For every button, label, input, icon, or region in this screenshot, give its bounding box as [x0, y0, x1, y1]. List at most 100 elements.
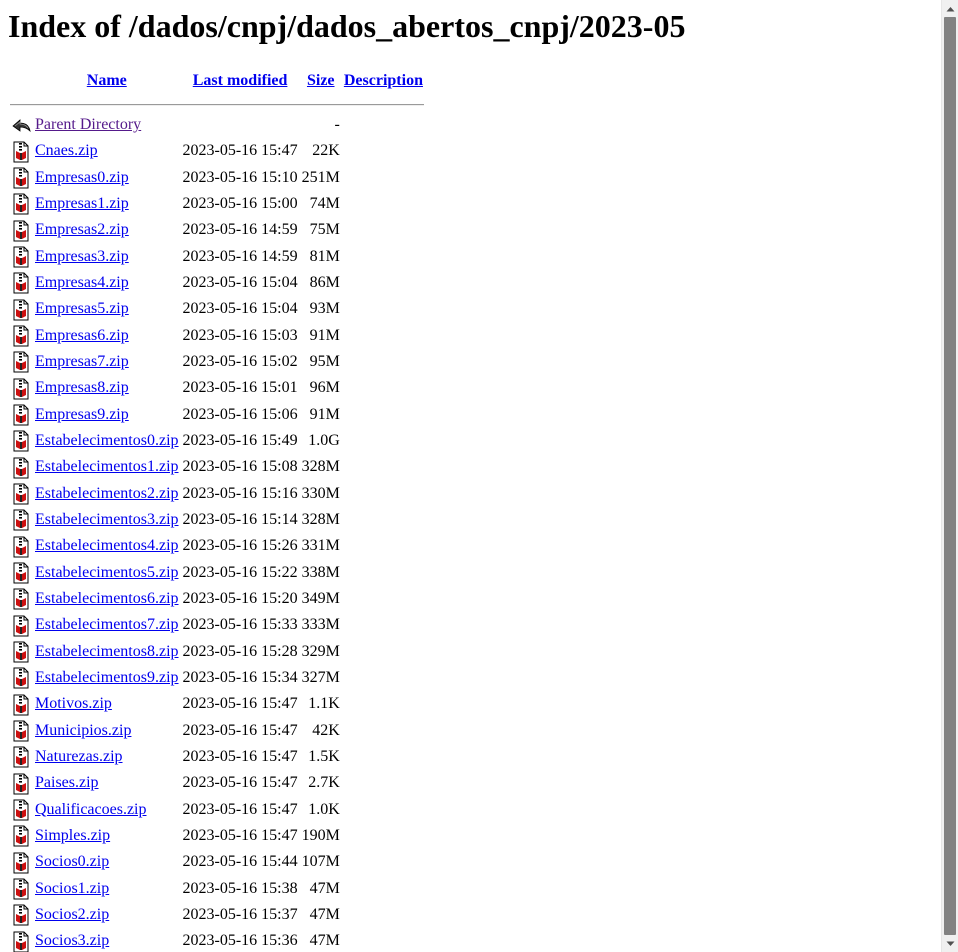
compressed-file-icon — [11, 746, 31, 768]
file-link[interactable]: Empresas1.zip — [35, 195, 129, 212]
scroll-down-arrow-icon[interactable] — [942, 935, 958, 952]
icon-column-header — [10, 64, 32, 97]
description-cell — [343, 192, 424, 216]
description-cell — [343, 824, 424, 848]
icon-cell — [10, 666, 32, 690]
table-row: Qualificacoes.zip 2023-05-16 15:47 1.0K — [10, 798, 424, 822]
file-link[interactable]: Estabelecimentos5.zip — [35, 564, 179, 581]
compressed-file-icon — [11, 272, 31, 294]
last-modified-cell: 2023-05-16 15:47 — [182, 695, 298, 713]
table-header-row: Name Last modified Size Description — [10, 64, 424, 97]
compressed-file-icon — [11, 852, 31, 874]
compressed-file-icon — [11, 799, 31, 821]
description-cell — [343, 877, 424, 901]
file-link[interactable]: Estabelecimentos1.zip — [35, 458, 179, 475]
icon-cell — [10, 877, 32, 901]
file-link[interactable]: Municipios.zip — [35, 722, 131, 739]
file-link[interactable]: Empresas2.zip — [35, 221, 129, 238]
size-cell: 107M — [301, 853, 340, 871]
name-cell: Empresas5.zip — [34, 297, 180, 321]
file-link[interactable]: Qualificacoes.zip — [35, 801, 147, 818]
compressed-file-icon — [11, 536, 31, 558]
description-cell — [343, 745, 424, 769]
compressed-file-icon — [11, 167, 31, 189]
last-modified-cell: 2023-05-16 15:22 — [182, 563, 298, 581]
file-link[interactable]: Cnaes.zip — [35, 142, 98, 159]
file-link[interactable]: Estabelecimentos7.zip — [35, 616, 179, 633]
icon-cell — [10, 482, 32, 506]
file-link[interactable]: Estabelecimentos8.zip — [35, 643, 179, 660]
file-link[interactable]: Empresas8.zip — [35, 379, 129, 396]
icon-cell — [10, 508, 32, 532]
file-link[interactable]: Estabelecimentos9.zip — [35, 669, 179, 686]
description-cell — [343, 850, 424, 874]
description-cell — [343, 798, 424, 822]
table-row: Paises.zip 2023-05-16 15:47 2.7K — [10, 771, 424, 795]
size-cell: 22K — [312, 142, 340, 160]
table-row: Socios2.zip 2023-05-16 15:37 47M — [10, 903, 424, 927]
file-link[interactable]: Empresas0.zip — [35, 169, 129, 186]
icon-cell — [10, 850, 32, 874]
sort-by-size-link[interactable]: Size — [307, 72, 335, 89]
table-row: Socios0.zip 2023-05-16 15:44 107M — [10, 850, 424, 874]
file-link[interactable]: Empresas7.zip — [35, 353, 129, 370]
file-link[interactable]: Estabelecimentos4.zip — [35, 537, 179, 554]
table-row: Cnaes.zip 2023-05-16 15:47 22K — [10, 139, 424, 163]
size-cell: 95M — [309, 353, 340, 371]
sort-by-name-link[interactable]: Name — [87, 72, 127, 89]
parent-directory-link[interactable]: Parent Directory — [35, 116, 141, 133]
file-link[interactable]: Estabelecimentos0.zip — [35, 432, 179, 449]
last-modified-cell: 2023-05-16 15:16 — [182, 484, 298, 502]
file-link[interactable]: Socios2.zip — [35, 906, 109, 923]
compressed-file-icon — [11, 325, 31, 347]
file-link[interactable]: Socios3.zip — [35, 932, 109, 949]
file-link[interactable]: Socios0.zip — [35, 853, 109, 870]
size-cell: 86M — [309, 274, 340, 292]
last-modified-cell: 2023-05-16 15:34 — [182, 669, 298, 687]
name-cell: Estabelecimentos9.zip — [34, 666, 180, 690]
table-row: Empresas7.zip 2023-05-16 15:02 95M — [10, 350, 424, 374]
size-cell: 333M — [301, 616, 340, 634]
file-link[interactable]: Paises.zip — [35, 774, 99, 791]
compressed-file-icon — [11, 509, 31, 531]
file-link[interactable]: Estabelecimentos3.zip — [35, 511, 179, 528]
file-link[interactable]: Simples.zip — [35, 827, 110, 844]
compressed-file-icon — [11, 193, 31, 215]
compressed-file-icon — [11, 430, 31, 452]
compressed-file-icon — [11, 351, 31, 373]
file-link[interactable]: Empresas5.zip — [35, 300, 129, 317]
icon-cell — [10, 613, 32, 637]
sort-by-description-link[interactable]: Description — [344, 72, 423, 89]
file-link[interactable]: Empresas6.zip — [35, 327, 129, 344]
description-cell — [343, 429, 424, 453]
description-cell — [343, 771, 424, 795]
file-link[interactable]: Estabelecimentos2.zip — [35, 485, 179, 502]
icon-cell — [10, 403, 32, 427]
file-link[interactable]: Motivos.zip — [35, 695, 112, 712]
last-modified-cell: 2023-05-16 15:47 — [182, 721, 298, 739]
name-cell: Estabelecimentos1.zip — [34, 455, 180, 479]
name-cell: Socios1.zip — [34, 877, 180, 901]
file-link[interactable]: Empresas4.zip — [35, 274, 129, 291]
file-link[interactable]: Socios1.zip — [35, 880, 109, 897]
size-cell: 1.1K — [308, 695, 340, 713]
file-link[interactable]: Empresas3.zip — [35, 248, 129, 265]
size-cell: 91M — [309, 405, 340, 423]
file-link[interactable]: Naturezas.zip — [35, 748, 123, 765]
compressed-file-icon — [11, 720, 31, 742]
file-link[interactable]: Estabelecimentos6.zip — [35, 590, 179, 607]
scroll-up-arrow-icon[interactable] — [942, 0, 958, 17]
vertical-scrollbar[interactable] — [941, 0, 958, 952]
last-modified-cell: 2023-05-16 15:01 — [182, 379, 298, 397]
size-cell: 81M — [309, 247, 340, 265]
table-row: Empresas6.zip 2023-05-16 15:03 91M — [10, 324, 424, 348]
name-cell: Qualificacoes.zip — [34, 798, 180, 822]
last-modified-cell: 2023-05-16 15:00 — [182, 195, 298, 213]
size-cell: 338M — [301, 563, 340, 581]
sort-by-last-modified-link[interactable]: Last modified — [193, 72, 288, 89]
table-row: Empresas5.zip 2023-05-16 15:04 93M — [10, 297, 424, 321]
icon-cell — [10, 166, 32, 190]
scrollbar-thumb[interactable] — [944, 17, 956, 935]
size-cell: 331M — [301, 537, 340, 555]
file-link[interactable]: Empresas9.zip — [35, 406, 129, 423]
